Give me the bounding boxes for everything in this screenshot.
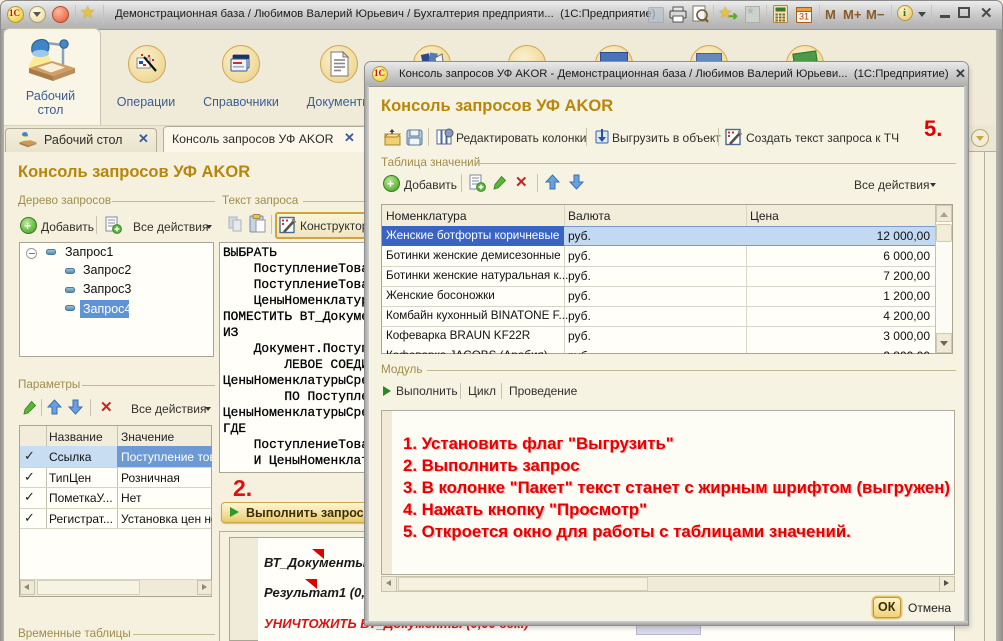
svg-text:31: 31 (799, 12, 809, 22)
